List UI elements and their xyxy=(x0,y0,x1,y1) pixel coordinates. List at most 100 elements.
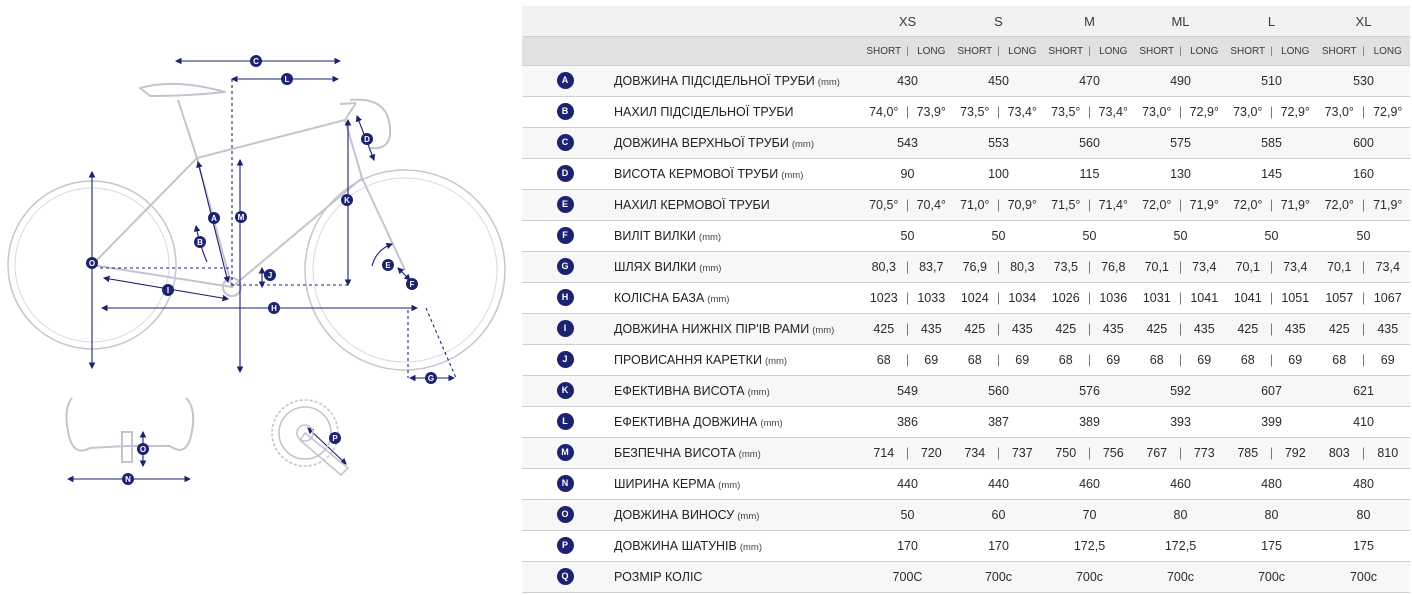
value-cell: 700c xyxy=(1135,561,1226,593)
value-cell: 387 xyxy=(953,406,1044,438)
value-cell: 585 xyxy=(1226,127,1317,159)
value-cell: 560 xyxy=(953,375,1044,407)
value-cell: 510 xyxy=(1226,65,1317,97)
value-cell: 425 | 435 xyxy=(1135,313,1226,345)
measurement-badge: G xyxy=(556,258,574,276)
value-cell: 1023 | 1033 xyxy=(862,282,953,314)
value-cell: 50 xyxy=(1044,220,1135,252)
value-cell: 440 xyxy=(953,468,1044,500)
measurement-name: ДОВЖИНА ПІДСІДЕЛЬНОЇ ТРУБИ (mm) xyxy=(608,65,862,97)
value-cell: 734 | 737 xyxy=(953,437,1044,469)
long-label: LONG xyxy=(1099,45,1128,57)
unit-label: (mm) xyxy=(737,511,760,522)
dimension-marker: O xyxy=(86,257,98,269)
dimension-marker: H xyxy=(268,302,280,314)
measurement-badge: N xyxy=(556,475,574,493)
table-row: O ДОВЖИНА ВИНОСУ (mm) 50 60 70 80 80 80 xyxy=(522,499,1410,531)
measurement-name: ДОВЖИНА НИЖНІХ ПІР'ІВ РАМИ (mm) xyxy=(608,313,862,345)
value-cell: 73,0° | 72,9° xyxy=(1226,96,1317,128)
value-cell: 73,0° | 72,9° xyxy=(1135,96,1226,128)
geometry-table: XS S M ML L XL SHORT | LONG SHORT | LONG SHORT… xyxy=(522,6,1410,593)
short-long-header: SHORT | LONG xyxy=(1226,36,1317,66)
measurement-badge: I xyxy=(556,320,574,338)
value-cell: 430 xyxy=(862,65,953,97)
unit-label: (mm) xyxy=(739,542,763,553)
measurement-name: НАХИЛ ПІДСІДЕЛЬНОЇ ТРУБИ xyxy=(608,96,862,128)
unit-label: (mm) xyxy=(760,418,783,429)
value-cell: 71,5° | 71,4° xyxy=(1044,189,1135,221)
value-cell: 575 xyxy=(1135,127,1226,159)
value-cell: 70,5° | 70,4° xyxy=(862,189,953,221)
value-cell: 560 xyxy=(1044,127,1135,159)
value-cell: 170 xyxy=(953,530,1044,562)
value-cell: 621 xyxy=(1317,375,1410,407)
table-row: H КОЛІСНА БАЗА (mm) 1023 | 1033 1024 | 1034 1026 |… xyxy=(522,282,1410,314)
short-label: SHORT xyxy=(1048,45,1084,57)
value-cell: 73,5 | 76,8 xyxy=(1044,251,1135,283)
dimension-marker: K xyxy=(341,194,353,206)
value-cell: 460 xyxy=(1135,468,1226,500)
value-cell: 175 xyxy=(1317,530,1410,562)
dimension-marker: J xyxy=(264,269,276,281)
value-cell: 700c xyxy=(1044,561,1135,593)
value-cell: 72,0° | 71,9° xyxy=(1226,189,1317,221)
short-long-header: SHORT | LONG xyxy=(862,36,953,66)
value-cell: 1057 | 1067 xyxy=(1317,282,1410,314)
value-cell: 767 | 773 xyxy=(1135,437,1226,469)
value-cell: 480 xyxy=(1317,468,1410,500)
value-cell: 389 xyxy=(1044,406,1135,438)
table-row: G ШЛЯХ ВИЛКИ (mm) 80,3 | 83,7 76,9 | 80,3 73,5 | 76… xyxy=(522,251,1410,283)
value-cell: 72,0° | 71,9° xyxy=(1317,189,1410,221)
size-header: L xyxy=(1226,6,1317,37)
unit-label: (mm) xyxy=(781,170,804,181)
value-cell: 490 xyxy=(1135,65,1226,97)
value-cell: 90 xyxy=(862,158,953,190)
measurement-badge: Q xyxy=(556,568,574,586)
long-label: LONG xyxy=(1373,45,1402,57)
value-cell: 750 | 756 xyxy=(1044,437,1135,469)
measurement-badge: P xyxy=(556,537,574,555)
geometry-table-body: A ДОВЖИНА ПІДСІДЕЛЬНОЇ ТРУБИ (mm) 430 450 470… xyxy=(522,65,1410,593)
svg-text:O: O xyxy=(140,445,146,454)
svg-text:I: I xyxy=(167,286,169,295)
table-row: F ВИЛІТ ВИЛКИ (mm) 50 50 50 50 50 50 xyxy=(522,220,1410,252)
value-cell: 600 xyxy=(1317,127,1410,159)
value-cell: 50 xyxy=(1135,220,1226,252)
value-cell: 68 | 69 xyxy=(953,344,1044,376)
measurement-badge: B xyxy=(556,103,574,121)
table-row: A ДОВЖИНА ПІДСІДЕЛЬНОЇ ТРУБИ (mm) 430 450 470… xyxy=(522,65,1410,97)
dimension-marker: F xyxy=(406,278,418,290)
value-cell: 73,5° | 73,4° xyxy=(953,96,1044,128)
measurement-badge: F xyxy=(556,227,574,245)
measurement-name: ШИРИНА КЕРМА (mm) xyxy=(608,468,862,500)
dimension-marker: D xyxy=(361,133,373,145)
dimension-marker: A xyxy=(208,212,220,224)
value-cell: 80 xyxy=(1135,499,1226,531)
value-cell: 700c xyxy=(1317,561,1410,593)
short-long-header: SHORT | LONG xyxy=(1135,36,1226,66)
table-row: N ШИРИНА КЕРМА (mm) 440 440 460 460 480 480 xyxy=(522,468,1410,500)
value-cell: 74,0° | 73,9° xyxy=(862,96,953,128)
dimension-marker: I xyxy=(162,284,174,296)
value-cell: 175 xyxy=(1226,530,1317,562)
size-header: M xyxy=(1044,6,1135,37)
svg-text:G: G xyxy=(428,374,434,383)
measurement-badge: D xyxy=(556,165,574,183)
value-cell: 68 | 69 xyxy=(1135,344,1226,376)
short-long-header: SHORT | LONG xyxy=(1317,36,1410,66)
measurement-name: ПРОВИСАННЯ КАРЕТКИ (mm) xyxy=(608,344,862,376)
measurement-name: ДОВЖИНА ВЕРХНЬОЇ ТРУБИ (mm) xyxy=(608,127,862,159)
value-cell: 530 xyxy=(1317,65,1410,97)
svg-text:H: H xyxy=(271,304,277,313)
svg-text:F: F xyxy=(410,280,415,289)
value-cell: 450 xyxy=(953,65,1044,97)
svg-text:N: N xyxy=(125,475,131,484)
value-cell: 170 xyxy=(862,530,953,562)
size-header: ML xyxy=(1135,6,1226,37)
long-label: LONG xyxy=(917,45,946,57)
measurement-badge: O xyxy=(556,506,574,524)
table-row: L ЕФЕКТИВНА ДОВЖИНА (mm) 386 387 389 393 399 410 xyxy=(522,406,1410,438)
measurement-badge: E xyxy=(556,196,574,214)
value-cell: 80 xyxy=(1317,499,1410,531)
measurement-name: ШЛЯХ ВИЛКИ (mm) xyxy=(608,251,862,283)
